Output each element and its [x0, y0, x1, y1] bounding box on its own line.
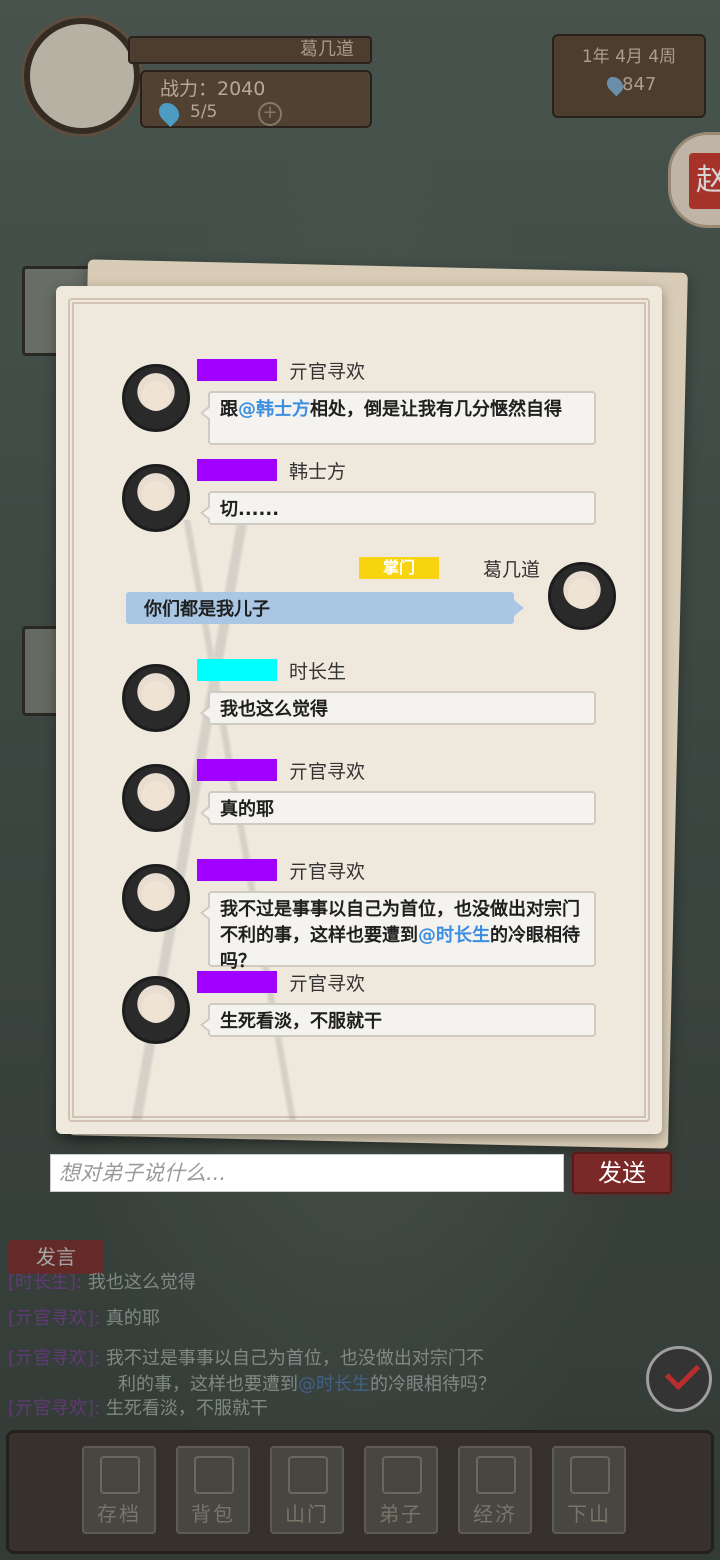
mention-link[interactable]: @时长生 — [418, 925, 490, 946]
mention-link[interactable]: @韩士方 — [238, 399, 310, 420]
disciple-avatar[interactable] — [122, 976, 190, 1044]
sender-name: 时长生 — [289, 661, 347, 683]
self-avatar[interactable] — [548, 562, 616, 630]
disciple-avatar[interactable] — [122, 664, 190, 732]
send-button[interactable]: 发送 — [572, 1152, 672, 1194]
disciple-avatar[interactable] — [122, 364, 190, 432]
chat-bubble: 生死看淡，不服就干 — [200, 1003, 596, 1037]
chat-bubble: 真的耶 — [200, 791, 596, 825]
title-badge — [197, 659, 277, 681]
chat-bubble: 切...... — [200, 491, 596, 525]
chat-bubble: 我不过是事事以自己为首位，也没做出对宗门不利的事，这样也要遭到@时长生的冷眼相待… — [200, 891, 596, 972]
leader-title-badge: 掌门 — [359, 557, 439, 579]
disciple-avatar[interactable] — [122, 864, 190, 932]
title-badge — [197, 359, 277, 381]
sender-name: 亓官寻欢 — [289, 761, 366, 783]
title-badge — [197, 759, 277, 781]
chat-bubble: 我也这么觉得 — [200, 691, 596, 725]
title-badge — [197, 459, 277, 481]
chat-bubble: 跟@韩士方相处，倒是让我有几分惬然自得 — [200, 391, 596, 445]
disciple-avatar[interactable] — [122, 464, 190, 532]
sender-name: 韩士方 — [289, 461, 347, 483]
self-chat-bubble: 你们都是我儿子 — [126, 592, 524, 624]
disciple-avatar[interactable] — [122, 764, 190, 832]
self-sender-name: 葛几道 — [483, 559, 541, 581]
sender-name: 亓官寻欢 — [289, 973, 366, 995]
title-badge — [197, 971, 277, 993]
title-badge — [197, 859, 277, 881]
message-input[interactable] — [50, 1154, 564, 1192]
sender-name: 亓官寻欢 — [289, 361, 366, 383]
sender-name: 亓官寻欢 — [289, 861, 366, 883]
